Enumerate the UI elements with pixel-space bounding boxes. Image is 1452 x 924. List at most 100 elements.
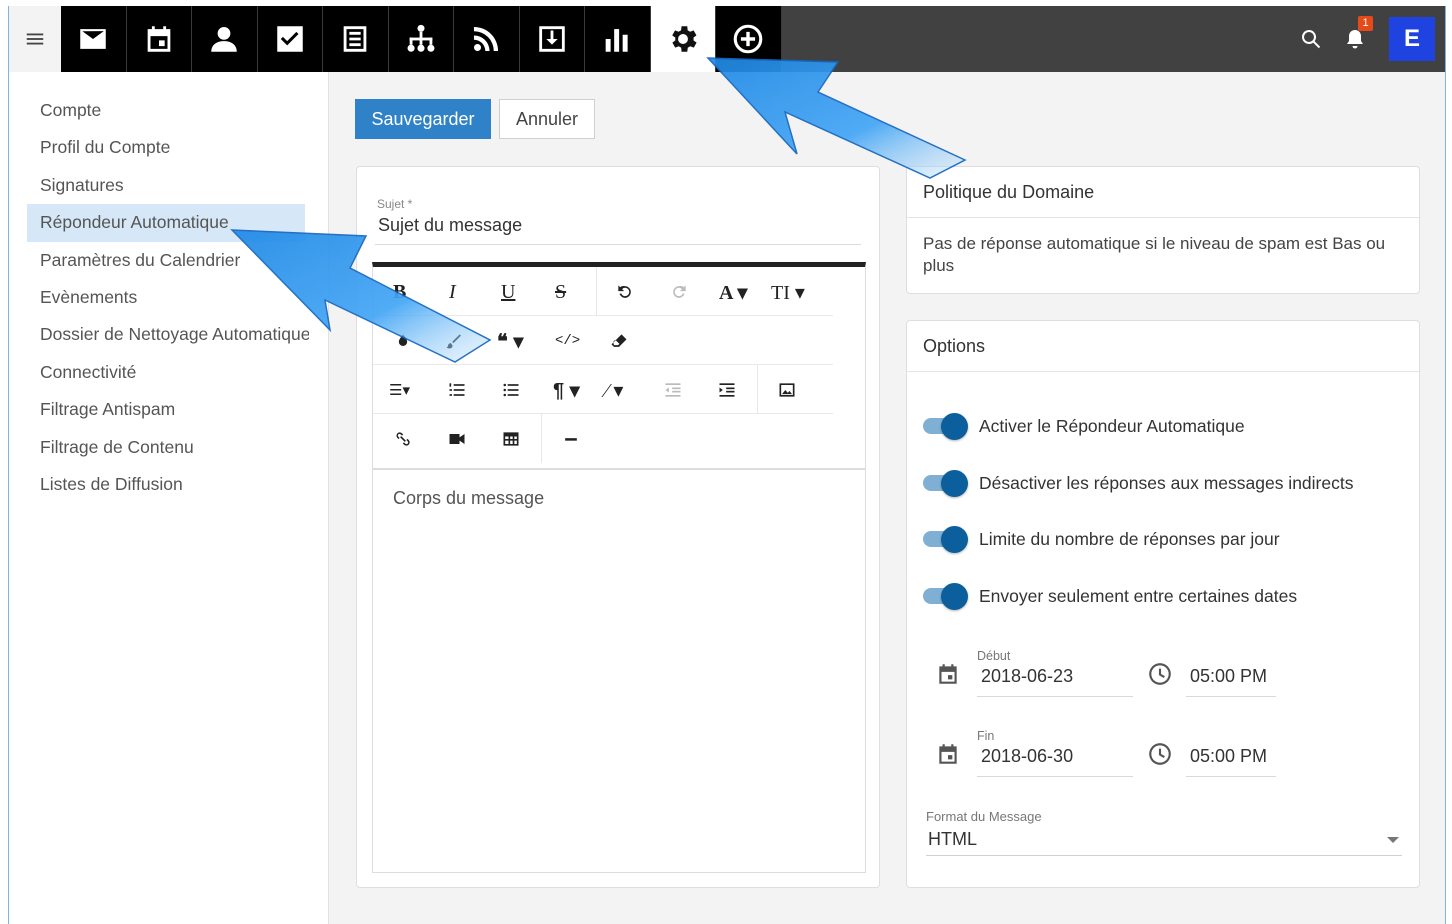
eraser-icon: [611, 334, 627, 347]
tab-notes[interactable]: [323, 6, 389, 72]
hamburger-menu-button[interactable]: [9, 6, 61, 72]
insert-link-button[interactable]: [393, 424, 413, 454]
italic-button[interactable]: I: [449, 277, 456, 307]
align-button[interactable]: ☰▾: [389, 375, 410, 405]
notifications-button[interactable]: 1: [1335, 6, 1375, 72]
bold-icon: B: [393, 280, 407, 303]
video-camera-icon: [449, 434, 465, 444]
sidebar-item-diffusion[interactable]: Listes de Diffusion: [9, 466, 309, 503]
tab-mail[interactable]: [61, 6, 127, 72]
policy-title: Politique du Domaine: [907, 167, 1419, 218]
sidebar-item-nettoyage[interactable]: Dossier de Nettoyage Automatique: [9, 316, 309, 353]
bold-button[interactable]: B: [393, 277, 406, 307]
ordered-list-button[interactable]: [447, 375, 467, 405]
sidebar-item-compte[interactable]: Compte: [9, 92, 309, 129]
notification-badge: 1: [1358, 16, 1373, 31]
toggle-row-enable: Activer le Répondeur Automatique: [923, 411, 1245, 441]
disable-indirect-toggle[interactable]: [923, 468, 969, 498]
start-time-picker-button[interactable]: [1147, 661, 1175, 689]
tab-tasks[interactable]: [257, 6, 323, 72]
strikethrough-icon: S: [555, 280, 567, 303]
tab-archive[interactable]: [519, 6, 585, 72]
settings-icon: [671, 26, 697, 52]
sidebar-item-contenu[interactable]: Filtrage de Contenu: [9, 429, 309, 466]
calendar-icon: [939, 744, 957, 764]
tab-rss[interactable]: [454, 6, 520, 72]
add-circle-icon: [733, 24, 763, 54]
daily-limit-toggle[interactable]: [923, 524, 969, 554]
search-button[interactable]: [1291, 6, 1331, 72]
outdent-button[interactable]: [663, 375, 683, 405]
subject-input[interactable]: Sujet du message: [378, 215, 522, 236]
insert-table-button[interactable]: [501, 424, 521, 454]
toolbar-row-4: [373, 414, 833, 463]
ordered-list-icon: [449, 383, 465, 396]
paint-button[interactable]: [443, 326, 463, 356]
tab-sitemap[interactable]: [388, 6, 454, 72]
start-time-input[interactable]: 05:00 PM: [1190, 666, 1267, 687]
undo-button[interactable]: [615, 277, 635, 307]
top-right-actions: 1 E: [1291, 6, 1445, 72]
toolbar-row-2: ❝ ▾ </>: [373, 316, 833, 365]
horizontal-rule-button[interactable]: [561, 424, 581, 454]
message-body-editor[interactable]: Corps du message: [372, 468, 866, 873]
link-icon: [396, 432, 410, 446]
indent-button[interactable]: [717, 375, 737, 405]
sidebar-item-connectivite[interactable]: Connectivité: [9, 354, 309, 391]
font-color-button[interactable]: A ▾: [719, 277, 747, 307]
highlight-button[interactable]: [393, 326, 413, 356]
code-button[interactable]: </>: [555, 326, 580, 356]
toggle-row-indirect: Désactiver les réponses aux messages ind…: [923, 468, 1353, 498]
tab-calendar[interactable]: [126, 6, 192, 72]
tab-add[interactable]: [716, 6, 782, 72]
ink-drop-icon: [398, 334, 408, 346]
quote-button[interactable]: ❝ ▾: [497, 326, 523, 356]
sidebar-item-evenements[interactable]: Evènements: [9, 279, 309, 316]
sidebar-item-profil[interactable]: Profil du Compte: [9, 129, 309, 166]
bullet-list-button[interactable]: [501, 375, 521, 405]
code-icon: </>: [555, 333, 581, 349]
align-left-icon: ☰▾: [389, 382, 410, 399]
sidebar-item-antispam[interactable]: Filtrage Antispam: [9, 391, 309, 428]
image-icon: [779, 383, 795, 397]
toggle-label: Activer le Répondeur Automatique: [979, 415, 1245, 436]
font-size-button[interactable]: TI ▾: [771, 277, 805, 307]
sidebar-item-signatures[interactable]: Signatures: [9, 167, 309, 204]
tab-stats[interactable]: [585, 6, 651, 72]
start-date-label: Début: [977, 649, 1011, 663]
sidebar-item-repondeur[interactable]: Répondeur Automatique: [27, 204, 305, 242]
notes-icon: [343, 26, 367, 52]
save-button[interactable]: Sauvegarder: [355, 99, 491, 139]
date-range-toggle[interactable]: [923, 581, 969, 611]
rich-text-toolbar: B I U S A ▾ TI ▾ ❝ ▾ </> ☰▾ ¶ ▾ ⁄ ▾: [372, 262, 866, 468]
end-time-input[interactable]: 05:00 PM: [1190, 746, 1267, 767]
insert-image-button[interactable]: [777, 375, 797, 405]
tab-settings[interactable]: [650, 6, 716, 72]
start-date-picker-button[interactable]: [935, 661, 961, 687]
subject-underline: [375, 244, 861, 245]
underline-button[interactable]: U: [501, 277, 515, 307]
settings-sidebar: Compte Profil du Compte Signatures Répon…: [9, 72, 329, 924]
start-time-underline: [1186, 696, 1276, 697]
end-time-picker-button[interactable]: [1147, 741, 1175, 769]
start-date-input[interactable]: 2018-06-23: [981, 666, 1073, 687]
avatar[interactable]: E: [1389, 17, 1435, 61]
redo-button[interactable]: [669, 277, 689, 307]
undo-icon: [618, 285, 631, 298]
tab-contacts[interactable]: [192, 6, 258, 72]
clear-format-button[interactable]: [609, 326, 629, 356]
insert-video-button[interactable]: [447, 424, 467, 454]
contacts-icon: [211, 26, 237, 52]
format-select[interactable]: HTML: [928, 829, 977, 850]
end-date-picker-button[interactable]: [935, 741, 961, 767]
rss-icon: [474, 26, 499, 52]
tasks-icon: [277, 26, 303, 52]
strikethrough-button[interactable]: S: [555, 277, 566, 307]
sidebar-item-calendrier[interactable]: Paramètres du Calendrier: [9, 242, 309, 279]
cancel-button[interactable]: Annuler: [499, 99, 595, 139]
paragraph-button[interactable]: ¶ ▾: [553, 375, 580, 405]
enable-autoresponder-toggle[interactable]: [923, 411, 969, 441]
magic-button[interactable]: ⁄ ▾: [605, 375, 623, 405]
chevron-down-icon[interactable]: [1387, 837, 1399, 843]
end-date-input[interactable]: 2018-06-30: [981, 746, 1073, 767]
